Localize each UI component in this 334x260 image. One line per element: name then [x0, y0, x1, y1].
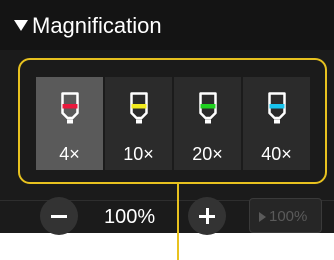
- objective-button-row: 4× 10× 20× 40×: [36, 77, 310, 170]
- frame-connector-line: [177, 184, 179, 260]
- zoom-value: 100%: [104, 206, 156, 228]
- objective-color-band: [200, 104, 215, 109]
- objective-label: 4×: [59, 144, 80, 164]
- objective-lens-icon: [267, 92, 286, 124]
- panel-header[interactable]: Magnification: [0, 0, 334, 50]
- zoom-out-button[interactable]: [40, 197, 78, 235]
- objective-label: 40×: [261, 144, 292, 164]
- objective-lens-icon: [198, 92, 217, 124]
- set-zoom-100-button[interactable]: 100%: [249, 198, 322, 233]
- objective-color-band: [62, 104, 77, 109]
- plus-icon: [206, 208, 209, 224]
- minus-icon: [51, 215, 67, 218]
- objective-label: 20×: [192, 144, 223, 164]
- objective-color-band: [131, 104, 146, 109]
- objective-lens-icon: [60, 92, 79, 124]
- play-icon: [259, 212, 266, 222]
- objective-label: 10×: [123, 144, 154, 164]
- objective-button-40x[interactable]: 40×: [243, 77, 310, 170]
- panel-title: Magnification: [32, 13, 162, 38]
- objective-button-4x[interactable]: 4×: [36, 77, 103, 170]
- objective-button-10x[interactable]: 10×: [105, 77, 172, 170]
- set-zoom-label: 100%: [269, 208, 308, 225]
- zoom-in-button[interactable]: [188, 197, 226, 235]
- objective-button-20x[interactable]: 20×: [174, 77, 241, 170]
- objective-color-band: [269, 104, 284, 109]
- collapse-triangle-icon[interactable]: [14, 20, 28, 31]
- magnification-panel: Magnification 4× 10× 20× 40× 100% 100%: [0, 0, 334, 235]
- objective-lens-icon: [129, 92, 148, 124]
